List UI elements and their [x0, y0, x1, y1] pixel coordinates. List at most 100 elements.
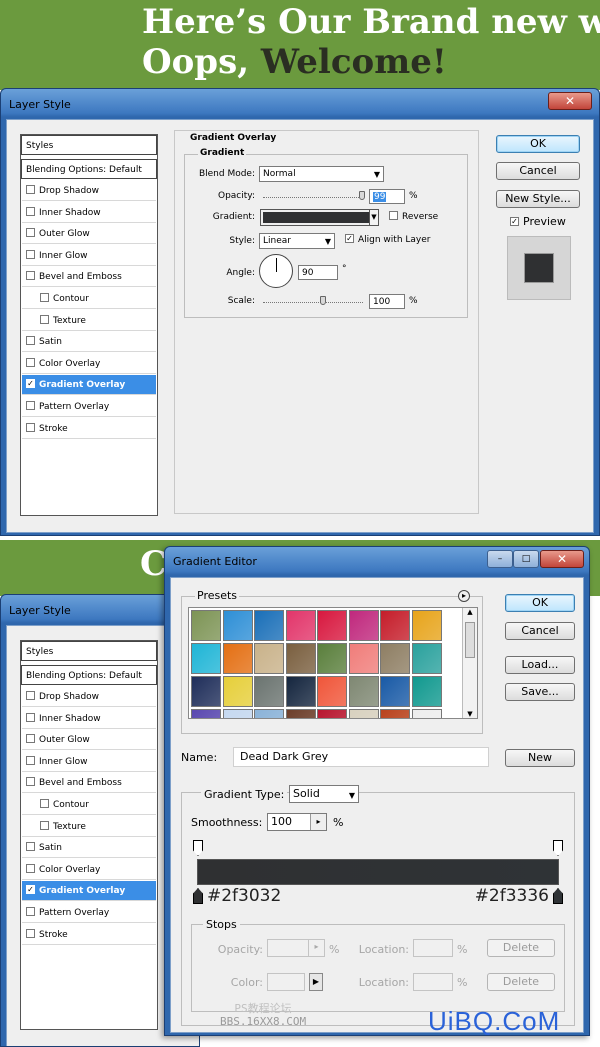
gradient-type-select[interactable]: Solid ▼	[289, 785, 359, 803]
style-select[interactable]: Linear ▼	[259, 233, 335, 249]
style-item-checkbox[interactable]	[26, 712, 35, 722]
styles-header[interactable]: Styles	[21, 135, 157, 155]
preset-swatch[interactable]	[254, 643, 284, 674]
preset-swatch[interactable]	[285, 709, 316, 718]
style-item[interactable]: ✓ Gradient Overlay	[22, 881, 156, 902]
stop-opacity-input[interactable]: ▸	[267, 939, 325, 957]
style-item-checkbox[interactable]: ✓	[26, 885, 35, 895]
style-item-checkbox[interactable]	[26, 863, 35, 873]
blending-options-item[interactable]: Blending Options: Default	[21, 665, 157, 685]
preset-swatch[interactable]	[254, 676, 284, 707]
style-item[interactable]: Texture	[22, 311, 156, 331]
presets-scrollbar[interactable]: ▲ ▼	[462, 608, 477, 718]
style-item-checkbox[interactable]	[26, 206, 35, 216]
close-button[interactable]: ✕	[548, 92, 592, 110]
style-item-checkbox[interactable]	[26, 401, 35, 410]
preset-swatch[interactable]	[380, 709, 410, 718]
angle-dial[interactable]	[259, 254, 293, 288]
scale-slider[interactable]	[263, 302, 363, 303]
preset-swatch[interactable]	[380, 643, 410, 674]
presets-menu-icon[interactable]: ▸	[458, 590, 470, 602]
new-button[interactable]: New	[505, 749, 575, 767]
preset-swatch[interactable]	[348, 610, 379, 641]
chevron-right-icon[interactable]: ▸	[310, 814, 326, 830]
preset-swatch[interactable]	[317, 643, 347, 674]
style-item-checkbox[interactable]	[26, 357, 35, 367]
opacity-slider[interactable]	[263, 197, 363, 198]
blend-mode-select[interactable]: Normal ▼	[259, 166, 384, 182]
scale-slider-thumb[interactable]	[320, 296, 326, 305]
style-item[interactable]: Bevel and Emboss	[22, 773, 156, 794]
style-item[interactable]: Satin	[22, 332, 156, 353]
style-item-checkbox[interactable]	[40, 314, 49, 324]
style-item[interactable]: Color Overlay	[22, 354, 156, 374]
style-item-checkbox[interactable]	[26, 928, 35, 938]
preview-checkbox-box[interactable]: ✓	[510, 216, 519, 226]
style-item[interactable]: Drop Shadow	[22, 687, 156, 707]
style-item[interactable]: Satin	[22, 838, 156, 859]
preset-swatch[interactable]	[254, 610, 284, 641]
angle-input[interactable]: 90	[298, 265, 338, 280]
preset-swatch[interactable]	[191, 676, 221, 707]
style-item-checkbox[interactable]	[26, 755, 35, 765]
style-item[interactable]: Stroke	[22, 925, 156, 945]
maximize-button[interactable]: □	[513, 550, 539, 568]
stop-location-input-2[interactable]	[413, 973, 453, 991]
stop-color-swatch[interactable]	[267, 973, 305, 991]
style-item-checkbox[interactable]: ✓	[26, 379, 35, 389]
preset-swatch[interactable]	[348, 709, 379, 718]
gradient-preview-bar[interactable]	[197, 859, 559, 885]
style-item-checkbox[interactable]	[26, 185, 35, 194]
delete-opacity-stop-button[interactable]: Delete	[487, 939, 555, 957]
preset-swatch[interactable]	[285, 610, 316, 641]
style-item-checkbox[interactable]	[40, 799, 49, 808]
close-button[interactable]: ✕	[540, 550, 584, 568]
style-item[interactable]: Inner Shadow	[22, 203, 156, 223]
preset-swatch[interactable]	[317, 676, 347, 707]
preset-swatch[interactable]	[411, 676, 442, 707]
scroll-up-icon[interactable]: ▲	[463, 608, 477, 616]
style-item[interactable]: Outer Glow	[22, 224, 156, 245]
preview-checkbox[interactable]: ✓ Preview	[510, 215, 566, 228]
ok-button[interactable]: OK	[505, 594, 575, 612]
align-with-layer-checkbox[interactable]: ✓ Align with Layer	[345, 234, 430, 245]
style-item-checkbox[interactable]	[26, 249, 35, 259]
blending-options-item[interactable]: Blending Options: Default	[21, 159, 157, 179]
style-item[interactable]: Inner Glow	[22, 246, 156, 266]
preset-swatch[interactable]	[317, 709, 347, 718]
smoothness-input[interactable]: 100 ▸	[267, 813, 327, 831]
preset-swatch[interactable]	[254, 709, 284, 718]
name-input[interactable]: Dead Dark Grey	[233, 747, 489, 767]
style-item[interactable]: Stroke	[22, 419, 156, 439]
stop-location-input-1[interactable]	[413, 939, 453, 957]
gradient-swatch[interactable]	[260, 209, 378, 226]
style-item-checkbox[interactable]	[26, 734, 35, 744]
preset-swatch[interactable]	[191, 709, 221, 718]
preset-swatch[interactable]	[222, 709, 253, 718]
preset-swatch[interactable]	[191, 610, 221, 641]
style-item[interactable]: Texture	[22, 817, 156, 837]
preset-swatch[interactable]	[222, 610, 253, 641]
preset-swatch[interactable]	[348, 643, 379, 674]
style-item[interactable]: Color Overlay	[22, 860, 156, 880]
minimize-button[interactable]: –	[487, 550, 513, 568]
style-item[interactable]: Drop Shadow	[22, 181, 156, 201]
style-item-checkbox[interactable]	[26, 691, 35, 700]
preset-swatch[interactable]	[411, 610, 442, 641]
style-item-checkbox[interactable]	[26, 228, 35, 238]
style-item[interactable]: Pattern Overlay	[22, 903, 156, 923]
style-item[interactable]: Contour	[22, 795, 156, 815]
style-item-checkbox[interactable]	[26, 271, 35, 281]
gradient-dropdown-button[interactable]: ▼	[369, 209, 379, 226]
scale-input[interactable]: 100	[369, 294, 405, 309]
style-item-checkbox[interactable]	[26, 422, 35, 432]
style-item[interactable]: Outer Glow	[22, 730, 156, 751]
new-style-button[interactable]: New Style...	[496, 190, 580, 208]
styles-header[interactable]: Styles	[21, 641, 157, 661]
preset-swatch[interactable]	[285, 676, 316, 707]
cancel-button[interactable]: Cancel	[505, 622, 575, 640]
style-item-checkbox[interactable]	[26, 777, 35, 787]
preset-swatch[interactable]	[285, 643, 316, 674]
preset-swatch[interactable]	[380, 676, 410, 707]
chevron-right-icon[interactable]: ▶	[309, 973, 323, 991]
